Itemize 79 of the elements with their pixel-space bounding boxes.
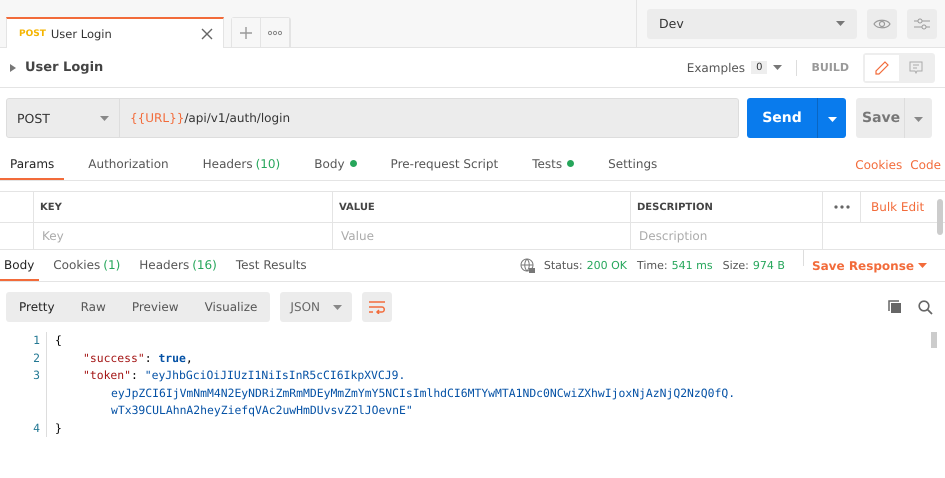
close-icon[interactable] [201,28,213,40]
url-field[interactable]: {{URL}}/api/v1/auth/login [120,98,739,138]
line-number: 4 [33,420,40,434]
caret-icon [100,116,109,120]
meta-value: 974 B [752,259,785,272]
param-input[interactable]: Value [339,228,624,244]
plus-icon [239,26,253,40]
request-section-tab[interactable]: Pre-request Script [380,149,508,180]
sliders-icon [913,16,931,30]
meta-label: Status: [544,259,583,272]
code-line: } [55,420,62,434]
request-title: User Login [25,60,104,75]
request-section-tab[interactable]: Authorization [78,149,179,180]
column-header: VALUE [339,202,375,212]
code-line: { [55,333,62,347]
code-line: "success": true, [83,350,193,364]
caret-icon[interactable] [773,65,782,70]
caret-icon [828,116,836,122]
request-section-tab[interactable]: Headers (10) [192,149,290,180]
send-options-button[interactable] [817,98,846,138]
caret-icon [836,21,845,26]
caret-icon [333,304,342,310]
request-tab[interactable]: POST User Login [6,17,224,48]
send-button[interactable]: Send [747,98,817,138]
scrollbar[interactable] [937,199,943,235]
request-section-tab[interactable]: Settings [598,149,668,180]
comment-icon [909,60,923,74]
new-tab-button[interactable] [232,18,261,47]
caret-icon [918,263,927,268]
response-tab[interactable]: Body [0,250,40,281]
line-number: 3 [33,368,40,382]
view-mode-tab[interactable]: Visualize [192,292,270,322]
eye-icon [873,18,891,30]
edit-button[interactable] [865,54,899,80]
code-line: wTx39CULAhnA2heyZiefqVAc2uwHmDUvsvZ2lJOevnE" [111,403,413,417]
more-icon [268,30,282,36]
response-tab[interactable]: Cookies (1) [49,250,126,281]
globe-lock-icon[interactable] [520,258,536,274]
code-line: eyJpZCI6IjVmNmM4N2EyNDRiZmRmMDEyMmZmYmY5NCIsImlhdCI6MTYwMTA1NDc0NCwiZXhwIjoxNjAzNjQ2NzQ0fQ. [111,386,736,400]
tab-title: User Login [50,26,113,40]
examples-label[interactable]: Examples [686,60,746,74]
meta-value: 541 ms [672,259,713,272]
method-label: POST [19,28,46,38]
format-select[interactable]: JSON [280,292,352,322]
view-mode-tab[interactable]: Raw [68,292,119,322]
param-input[interactable]: Description [637,228,816,244]
save-options-button[interactable] [904,98,932,138]
line-number: 1 [33,333,40,347]
column-header: KEY [40,202,62,212]
settings-button[interactable] [907,8,937,38]
view-mode-tab[interactable]: Preview [118,292,192,322]
wrap-lines-button[interactable] [362,292,392,322]
mode-label: BUILD [811,61,849,74]
environment-quick-look-button[interactable] [867,8,897,38]
code-line: "token": "eyJhbGciOiJIUzI1NiIsInR5cCI6IkpXVCJ9. [83,368,406,382]
search-icon[interactable] [918,300,933,314]
response-tab[interactable]: Headers (16) [135,250,222,281]
view-mode-tab[interactable]: Pretty [6,292,68,322]
wrap-icon [368,300,386,314]
more-icon[interactable] [834,205,850,209]
save-button[interactable]: Save [856,98,904,138]
expand-icon[interactable] [10,64,16,72]
request-section-tab[interactable]: Body [304,149,367,180]
pencil-icon [875,60,889,74]
column-header: DESCRIPTION [637,202,713,212]
meta-label: Size: [722,259,749,272]
request-section-tab[interactable]: Tests [522,149,584,180]
param-input[interactable]: Key [40,228,326,244]
line-number: 2 [33,350,40,364]
scrollbar[interactable] [931,332,937,348]
meta-label: Time: [637,259,668,272]
examples-count: 0 [751,61,768,74]
copy-icon[interactable] [888,300,902,314]
environment-select[interactable]: Dev [647,8,857,38]
caret-icon [914,116,923,122]
response-tab[interactable]: Test Results [232,250,312,281]
method-select[interactable]: POST [6,98,120,138]
request-section-tab[interactable]: Params [0,149,64,180]
meta-value: 200 OK [586,259,627,272]
